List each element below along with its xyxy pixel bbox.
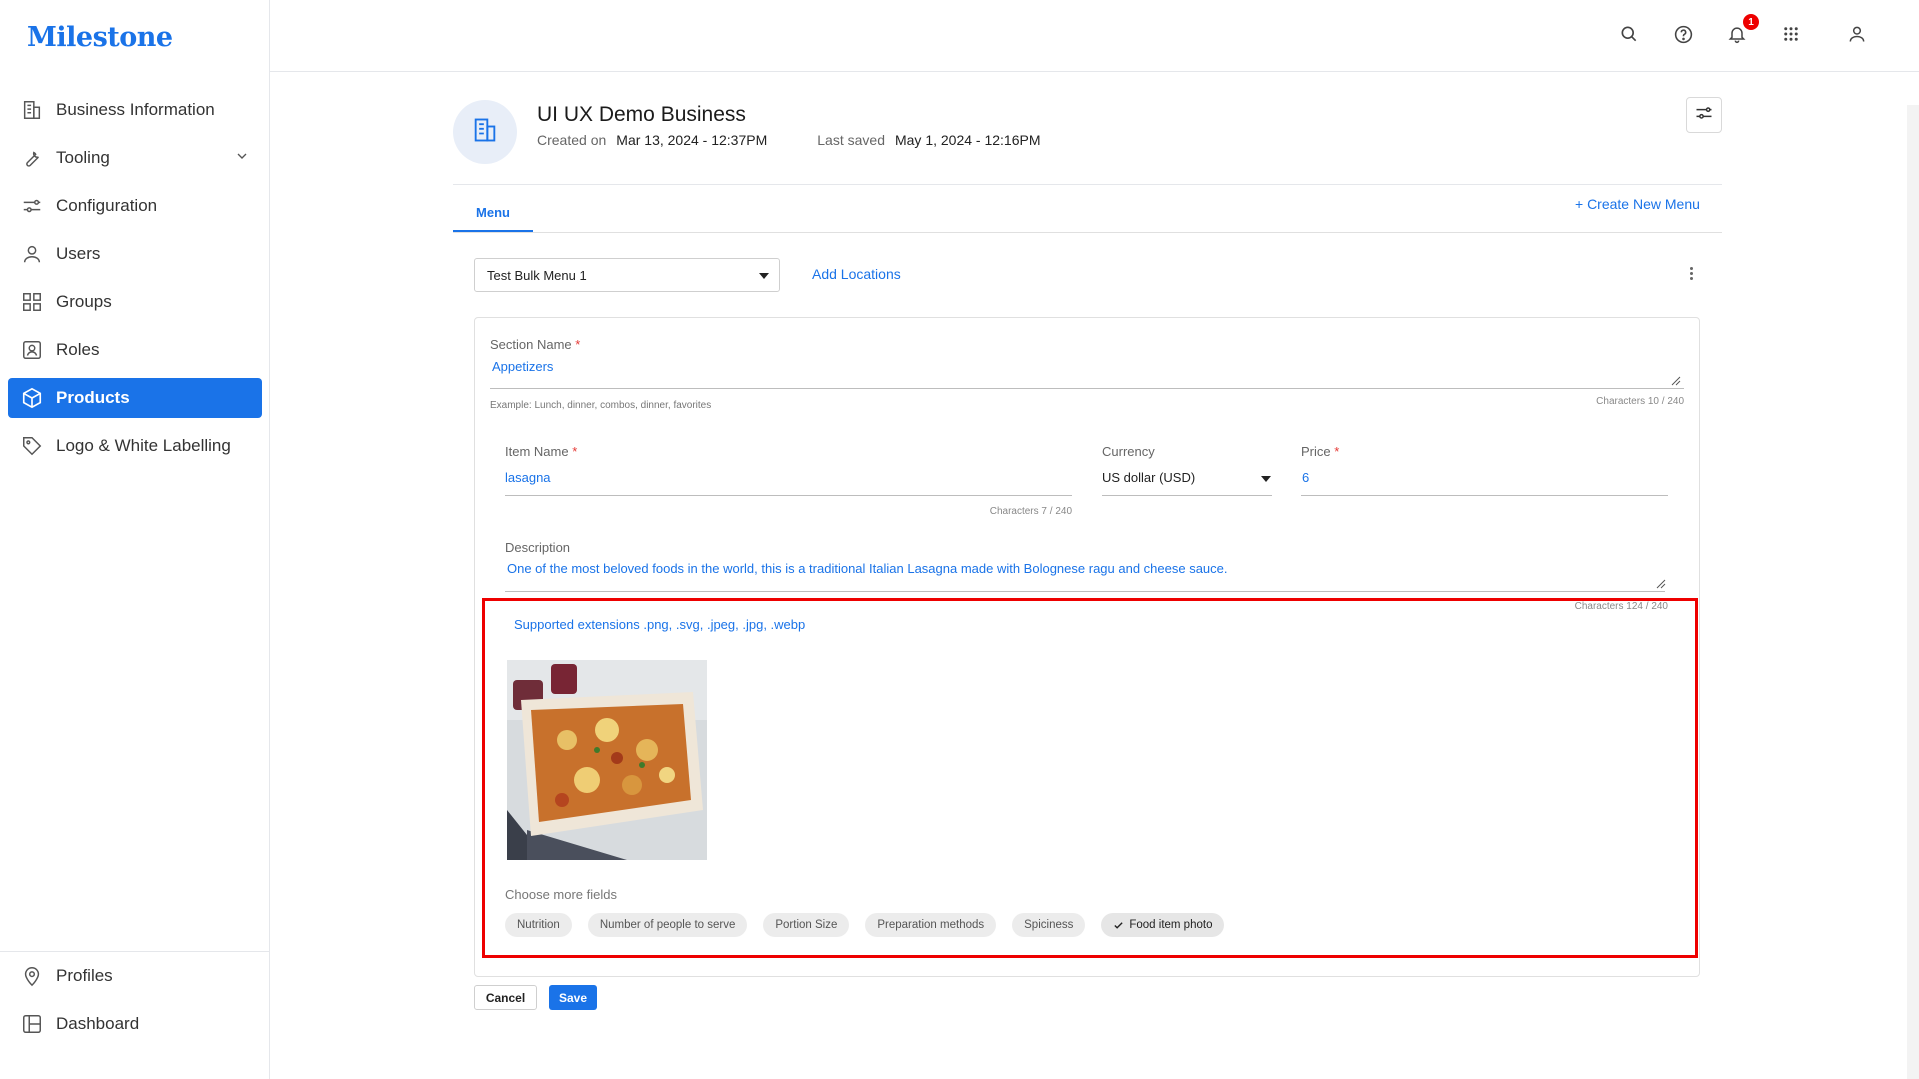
currency-label: Currency — [1102, 444, 1155, 459]
description-underline — [505, 591, 1665, 592]
sidebar-item-business-information[interactable]: Business Information — [8, 90, 262, 130]
section-name-hint: Example: Lunch, dinner, combos, dinner, … — [490, 400, 712, 411]
app-logo[interactable]: Milestone — [27, 22, 173, 53]
sidebar-item-label: Users — [56, 244, 101, 263]
top-bar: 1 — [270, 0, 1919, 72]
tab-bar-divider — [453, 232, 1722, 233]
description-input[interactable]: One of the most beloved foods in the wor… — [507, 561, 1228, 576]
cancel-button[interactable]: Cancel — [474, 985, 537, 1010]
saved-label: Last saved — [817, 132, 885, 148]
item-name-input[interactable]: lasagna — [505, 470, 551, 485]
resize-handle-icon[interactable] — [1656, 579, 1666, 589]
sidebar: Milestone Business Information Tooling C… — [0, 0, 270, 1079]
section-name-label: Section Name * — [490, 337, 581, 352]
currency-underline — [1102, 495, 1272, 496]
search-icon[interactable] — [1617, 22, 1641, 46]
sidebar-item-dashboard[interactable]: Dashboard — [8, 1004, 262, 1044]
account-icon[interactable] — [1845, 22, 1869, 46]
currency-select[interactable]: US dollar (USD) — [1102, 470, 1195, 485]
menu-select-value: Test Bulk Menu 1 — [487, 268, 587, 283]
create-new-menu-link[interactable]: + Create New Menu — [1575, 196, 1700, 212]
save-button[interactable]: Save — [549, 985, 597, 1010]
sidebar-nav: Business Information Tooling Configurati… — [8, 90, 262, 474]
sidebar-item-label: Profiles — [56, 966, 113, 985]
section-name-underline — [490, 388, 1684, 389]
sidebar-item-products[interactable]: Products — [8, 378, 262, 418]
business-avatar — [453, 100, 517, 164]
price-underline — [1301, 495, 1668, 496]
sliders-icon — [1694, 103, 1714, 128]
sidebar-bottom-nav: Profiles Dashboard — [8, 956, 262, 1052]
notification-badge: 1 — [1743, 14, 1759, 30]
sidebar-item-label: Configuration — [56, 196, 158, 215]
sidebar-item-groups[interactable]: Groups — [8, 282, 262, 322]
sidebar-item-roles[interactable]: Roles — [8, 330, 262, 370]
grid-icon — [20, 290, 44, 314]
caret-down-icon — [759, 273, 769, 279]
sidebar-item-label: Roles — [56, 340, 100, 359]
chip-portion-size[interactable]: Portion Size — [763, 913, 850, 937]
sidebar-item-label: Logo & White Labelling — [56, 436, 231, 455]
building-icon — [20, 98, 44, 122]
building-icon — [471, 116, 499, 149]
price-input[interactable]: 6 — [1302, 470, 1309, 485]
section-name-input[interactable]: Appetizers — [492, 359, 553, 374]
more-fields-chips: Nutrition Number of people to serve Port… — [505, 913, 1225, 937]
cube-icon — [20, 386, 44, 410]
price-label: Price * — [1301, 444, 1340, 459]
page-scrollbar[interactable] — [1907, 105, 1919, 1079]
chip-nutrition[interactable]: Nutrition — [505, 913, 572, 937]
sidebar-divider — [0, 951, 270, 952]
sidebar-item-label: Dashboard — [56, 1014, 140, 1033]
chip-spiciness[interactable]: Spiciness — [1012, 913, 1086, 937]
menu-select[interactable]: Test Bulk Menu 1 — [474, 258, 780, 292]
more-fields-label: Choose more fields — [505, 887, 617, 902]
add-locations-link[interactable]: Add Locations — [812, 266, 901, 282]
header-divider — [453, 184, 1722, 185]
apps-grid-icon[interactable] — [1779, 22, 1803, 46]
chip-number-of-people[interactable]: Number of people to serve — [587, 913, 748, 937]
sidebar-item-configuration[interactable]: Configuration — [8, 186, 262, 226]
sidebar-item-label: Business Information — [56, 100, 215, 119]
top-actions: 1 — [1603, 14, 1869, 46]
tag-icon — [20, 434, 44, 458]
sidebar-item-label: Products — [56, 388, 130, 407]
wrench-icon — [20, 146, 44, 170]
tab-menu[interactable]: Menu — [453, 196, 533, 232]
chevron-down-icon[interactable] — [234, 148, 250, 169]
settings-filter-button[interactable] — [1686, 97, 1722, 133]
dashboard-icon — [20, 1012, 44, 1036]
chip-preparation-methods[interactable]: Preparation methods — [865, 913, 997, 937]
business-meta: Created on Mar 13, 2024 - 12:37PM Last s… — [537, 132, 1081, 148]
created-value: Mar 13, 2024 - 12:37PM — [616, 132, 768, 148]
food-item-photo[interactable] — [507, 660, 707, 860]
caret-down-icon[interactable] — [1261, 476, 1271, 482]
resize-handle-icon[interactable] — [1671, 376, 1681, 386]
check-icon — [1113, 920, 1124, 931]
sidebar-item-profiles[interactable]: Profiles — [8, 956, 262, 996]
bell-icon[interactable]: 1 — [1725, 14, 1759, 46]
sidebar-item-logo-white-labelling[interactable]: Logo & White Labelling — [8, 426, 262, 466]
saved-value: May 1, 2024 - 12:16PM — [894, 132, 1041, 148]
more-options-icon[interactable] — [1686, 267, 1696, 287]
item-name-label: Item Name * — [505, 444, 578, 459]
chip-food-item-photo[interactable]: Food item photo — [1101, 913, 1225, 937]
location-pin-icon — [20, 964, 44, 988]
section-name-counter: Characters 10 / 240 — [1596, 396, 1684, 407]
sliders-icon — [20, 194, 44, 218]
sidebar-item-label: Tooling — [56, 148, 110, 167]
user-icon — [20, 242, 44, 266]
business-name: UI UX Demo Business — [537, 103, 746, 126]
item-name-underline — [505, 495, 1072, 496]
sidebar-item-tooling[interactable]: Tooling — [8, 138, 262, 178]
description-label: Description — [505, 540, 571, 555]
supported-extensions-text: Supported extensions .png, .svg, .jpeg, … — [514, 617, 806, 632]
created-label: Created on — [537, 132, 607, 148]
id-card-icon — [20, 338, 44, 362]
sidebar-item-label: Groups — [56, 292, 112, 311]
item-name-counter: Characters 7 / 240 — [989, 506, 1072, 517]
help-icon[interactable] — [1671, 22, 1695, 46]
sidebar-item-users[interactable]: Users — [8, 234, 262, 274]
